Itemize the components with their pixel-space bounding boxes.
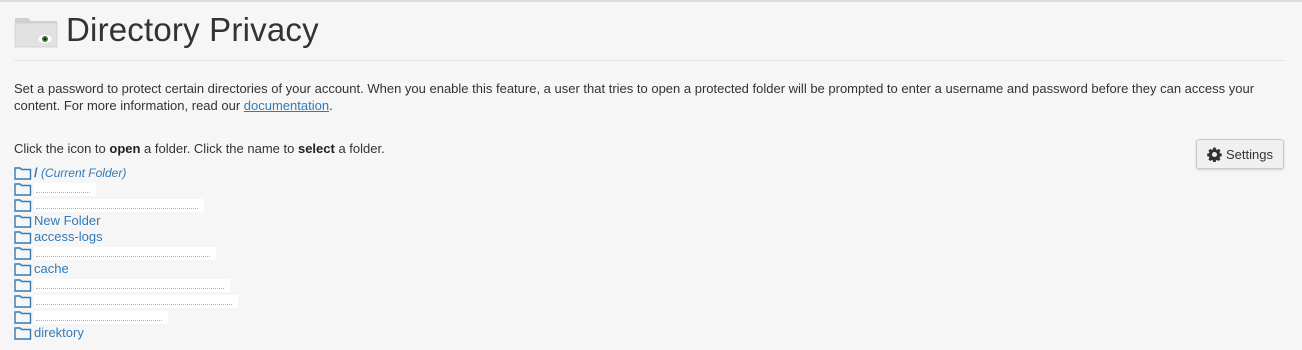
page-title: Directory Privacy xyxy=(66,11,319,48)
folder-row: access-logs xyxy=(14,229,414,245)
intro-paragraph: Set a password to protect certain direct… xyxy=(14,80,1286,114)
folder-icon[interactable] xyxy=(14,198,32,212)
folder-row: New Folder xyxy=(14,213,414,229)
intro-text: Set a password to protect certain direct… xyxy=(14,81,1255,113)
redacted-folder-name[interactable] xyxy=(34,182,96,196)
folder-name[interactable]: direktory xyxy=(34,325,84,341)
current-folder-label: (Current Folder) xyxy=(37,166,127,180)
folder-icon[interactable] xyxy=(14,294,32,308)
folder-icon[interactable] xyxy=(14,214,32,228)
settings-button-label: Settings xyxy=(1226,146,1273,162)
redacted-folder-name[interactable] xyxy=(34,198,204,212)
folder-row xyxy=(14,293,414,309)
folder-name[interactable]: New Folder xyxy=(34,213,100,229)
folder-row: direktory xyxy=(14,325,414,341)
folder-icon[interactable] xyxy=(14,326,32,340)
instructions-open-word: open xyxy=(109,141,141,156)
folder-name[interactable]: access-logs xyxy=(34,229,103,245)
redacted-folder-name[interactable] xyxy=(34,310,168,324)
folder-row xyxy=(14,245,414,261)
redacted-folder-name[interactable] xyxy=(34,246,216,260)
instructions-part-3: a folder. xyxy=(334,141,385,156)
instructions-text: Click the icon to open a folder. Click t… xyxy=(14,141,385,157)
folder-row: cache xyxy=(14,261,414,277)
gear-icon xyxy=(1207,146,1222,162)
settings-button[interactable]: Settings xyxy=(1196,139,1284,169)
intro-text-end: . xyxy=(329,98,333,113)
folder-row xyxy=(14,197,414,213)
instructions-part-1: Click the icon to xyxy=(14,141,110,156)
instructions-part-2: a folder. Click the name to xyxy=(140,141,298,156)
redacted-folder-name[interactable] xyxy=(34,278,230,292)
folder-icon[interactable] xyxy=(14,182,32,196)
folder-icon[interactable] xyxy=(14,246,32,260)
top-border xyxy=(0,0,1302,2)
instructions-select-word: select xyxy=(297,141,335,156)
page-header: Directory Privacy xyxy=(14,10,1285,61)
folder-icon[interactable] xyxy=(14,262,32,276)
folder-icon[interactable] xyxy=(14,310,32,324)
folder-row-current: / (Current Folder) xyxy=(14,165,414,181)
folder-row xyxy=(14,277,414,293)
folder-icon[interactable] xyxy=(14,230,32,244)
documentation-link[interactable]: documentation xyxy=(244,98,329,113)
folder-tree: / (Current Folder) New Folder access-log… xyxy=(14,165,414,341)
current-folder-name[interactable]: / (Current Folder) xyxy=(34,165,126,181)
folder-row xyxy=(14,181,414,197)
folder-icon[interactable] xyxy=(14,278,32,292)
redacted-folder-name[interactable] xyxy=(34,294,238,308)
folder-row xyxy=(14,309,414,325)
folder-name[interactable]: cache xyxy=(34,261,69,277)
folder-icon[interactable] xyxy=(14,166,32,180)
folder-eye-icon xyxy=(14,18,58,48)
